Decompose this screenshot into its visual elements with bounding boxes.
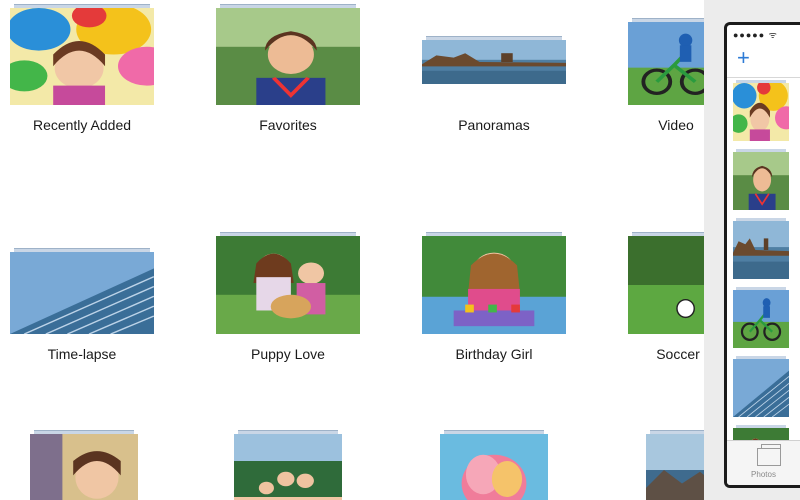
album-label: Recently Added: [32, 117, 132, 133]
photo-thumbnail: [10, 8, 154, 105]
photo-thumbnail: [216, 8, 360, 105]
photo-thumbnail: [733, 83, 789, 141]
album-family[interactable]: [200, 430, 400, 500]
album-thumbnail: [422, 36, 566, 84]
photo-thumbnail: [646, 434, 704, 500]
tab-bar: Photos: [727, 440, 800, 485]
iphone-screen: ●●●●● ᯤ + Photos: [724, 22, 800, 488]
album-soccer[interactable]: Soccer: [600, 228, 704, 368]
phone-album-thumbnail[interactable]: [733, 287, 789, 348]
status-bar: ●●●●● ᯤ: [733, 29, 778, 40]
add-album-button[interactable]: +: [737, 47, 750, 69]
photo-thumbnail: [628, 22, 704, 105]
photo-thumbnail: [733, 290, 789, 348]
album-puppy-love[interactable]: Puppy Love: [200, 228, 400, 368]
album-birthday-girl[interactable]: Birthday Girl: [400, 228, 600, 368]
album-thumbnail: [30, 430, 138, 500]
photo-thumbnail: [10, 252, 154, 334]
album-label: Time-lapse: [47, 346, 117, 362]
photo-thumbnail: [440, 434, 548, 500]
tab-photos-label[interactable]: Photos: [727, 470, 800, 479]
photo-thumbnail: [216, 236, 360, 334]
album-selfies[interactable]: [0, 430, 200, 500]
album-panoramas[interactable]: Panoramas: [400, 0, 600, 140]
album-thumbnail: [628, 232, 704, 334]
album-label: Puppy Love: [251, 346, 325, 362]
divider: [727, 77, 800, 78]
phone-album-thumbnail[interactable]: [733, 218, 789, 279]
album-coast[interactable]: [600, 430, 704, 500]
album-thumbnail: [646, 430, 704, 500]
photo-thumbnail: [733, 221, 789, 279]
album-flowers[interactable]: [400, 430, 600, 500]
album-thumbnail: [216, 232, 360, 334]
phone-album-thumbnail[interactable]: [733, 80, 789, 141]
photo-thumbnail: [733, 359, 789, 417]
album-label: Soccer: [656, 346, 700, 362]
album-label: Video: [658, 117, 694, 133]
photo-thumbnail: [628, 236, 704, 334]
phone-album-list: [733, 80, 793, 485]
album-thumbnail: [10, 4, 154, 105]
album-thumbnail: [628, 18, 704, 105]
album-label: Panoramas: [458, 117, 530, 133]
photos-albums-icon[interactable]: [757, 444, 781, 466]
album-thumbnail: [234, 430, 342, 500]
album-recently-added[interactable]: Recently Added: [0, 0, 200, 140]
album-thumbnail: [440, 430, 548, 500]
album-video[interactable]: Video: [600, 0, 704, 140]
phone-album-thumbnail[interactable]: [733, 149, 789, 210]
phone-album-thumbnail[interactable]: [733, 356, 789, 417]
album-thumbnail: [10, 248, 154, 334]
albums-grid: Recently Added Favorites Panoramas Video…: [0, 0, 708, 500]
photo-thumbnail: [422, 40, 566, 84]
album-label: Favorites: [259, 117, 317, 133]
album-thumbnail: [422, 232, 566, 334]
photo-thumbnail: [422, 236, 566, 334]
photo-thumbnail: [733, 152, 789, 210]
album-favorites[interactable]: Favorites: [200, 0, 400, 140]
photo-thumbnail: [30, 434, 138, 500]
album-thumbnail: [216, 4, 360, 105]
album-label: Birthday Girl: [455, 346, 533, 362]
photo-thumbnail: [234, 434, 342, 500]
album-time-lapse[interactable]: Time-lapse: [0, 228, 200, 368]
